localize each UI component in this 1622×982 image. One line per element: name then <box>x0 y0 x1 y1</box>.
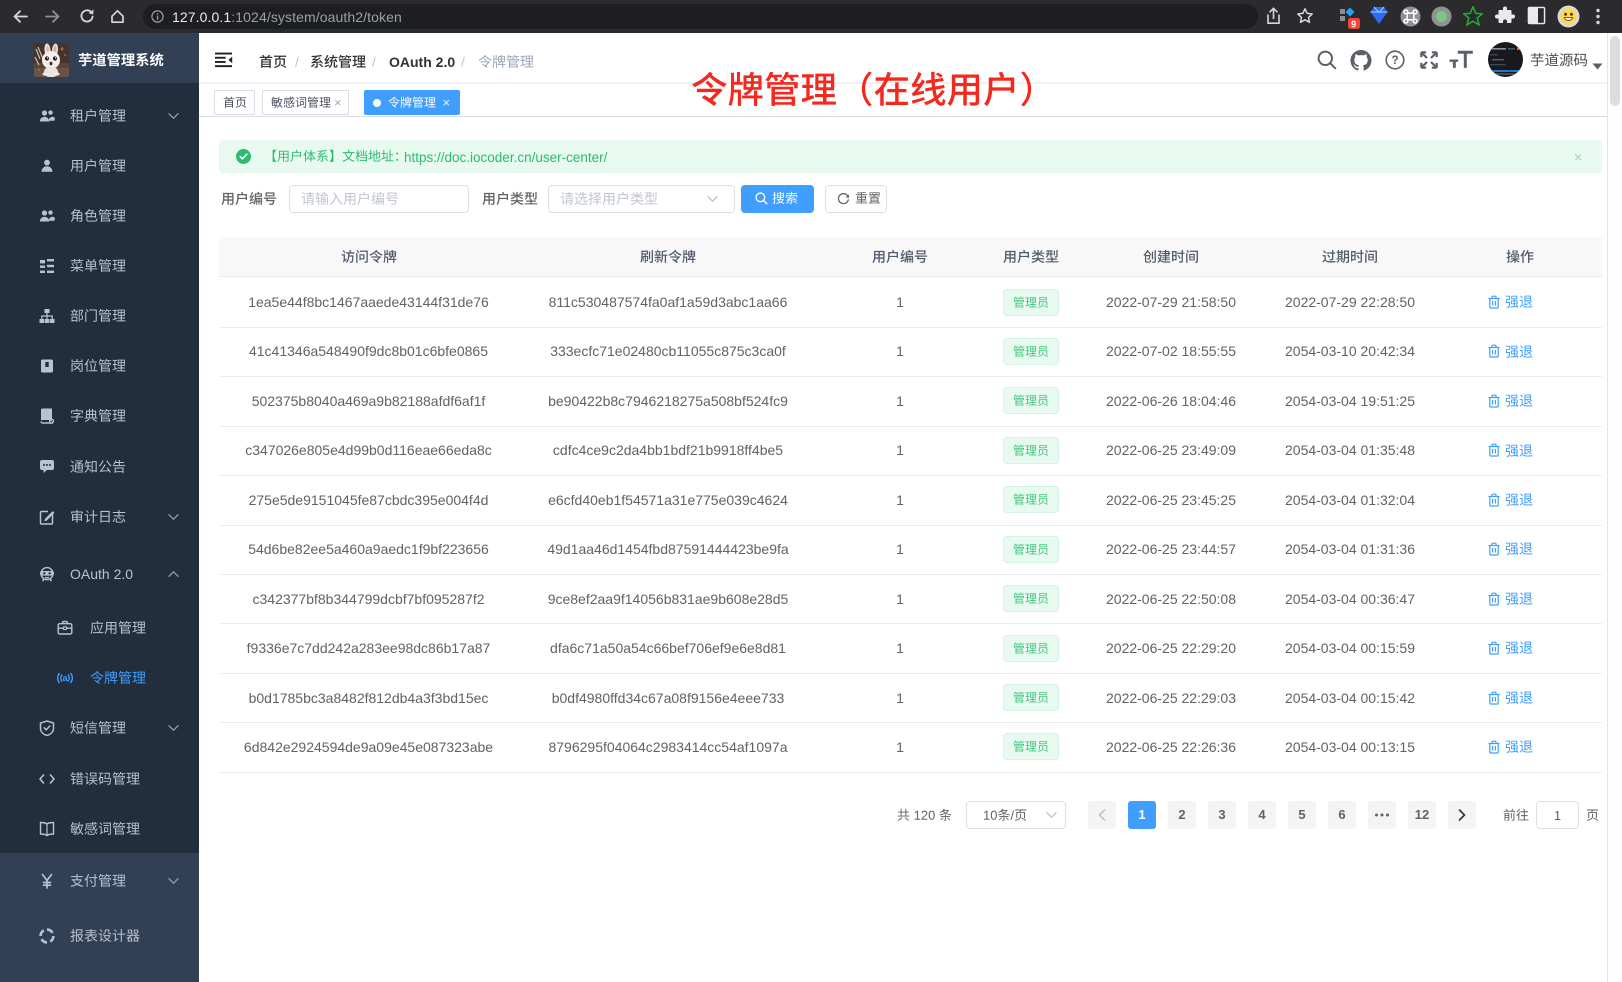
svg-text:?: ? <box>1391 55 1398 67</box>
